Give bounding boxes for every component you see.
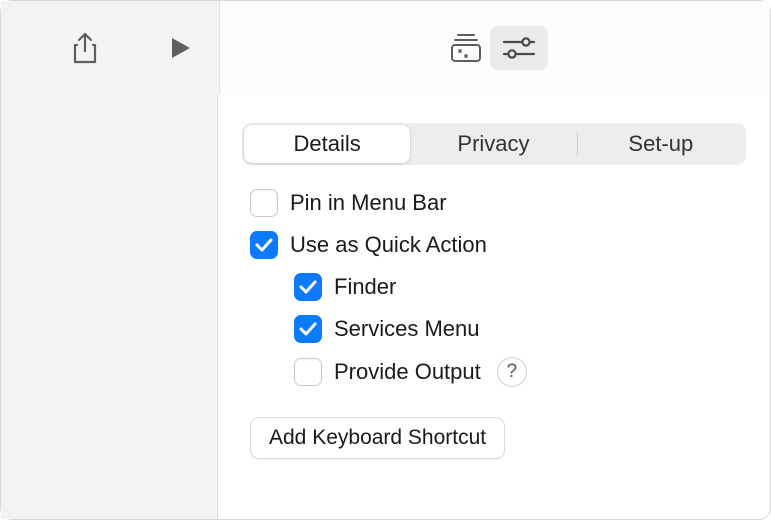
checkbox-unchecked-icon[interactable] xyxy=(250,189,278,217)
option-label: Finder xyxy=(334,274,396,300)
option-label: Provide Output xyxy=(334,359,481,385)
tab-details[interactable]: Details xyxy=(244,125,410,163)
add-keyboard-shortcut-button[interactable]: Add Keyboard Shortcut xyxy=(250,417,505,459)
play-icon[interactable] xyxy=(157,28,205,68)
option-label: Use as Quick Action xyxy=(290,232,487,258)
tab-privacy[interactable]: Privacy xyxy=(410,125,576,163)
checkbox-checked-icon[interactable] xyxy=(294,273,322,301)
option-quick-action[interactable]: Use as Quick Action xyxy=(250,231,746,259)
option-pin-menu-bar[interactable]: Pin in Menu Bar xyxy=(250,189,746,217)
checkbox-unchecked-icon[interactable] xyxy=(294,358,322,386)
toolbar-right xyxy=(220,1,770,95)
settings-sliders-icon[interactable] xyxy=(490,26,548,70)
tabs-segmented: Details Privacy Set-up xyxy=(242,123,746,165)
main-area: Details Privacy Set-up Pin in Menu Bar U… xyxy=(1,95,770,519)
toolbar xyxy=(1,1,770,95)
checkbox-checked-icon[interactable] xyxy=(294,315,322,343)
help-icon[interactable]: ? xyxy=(497,357,527,387)
option-finder[interactable]: Finder xyxy=(250,273,746,301)
toolbar-left xyxy=(1,1,220,95)
tab-setup[interactable]: Set-up xyxy=(578,125,744,163)
option-label: Pin in Menu Bar xyxy=(290,190,447,216)
content-panel: Details Privacy Set-up Pin in Menu Bar U… xyxy=(218,95,770,519)
sidebar xyxy=(1,95,218,519)
library-icon[interactable] xyxy=(442,28,490,68)
options-list: Pin in Menu Bar Use as Quick Action Find… xyxy=(242,189,746,387)
checkbox-checked-icon[interactable] xyxy=(250,231,278,259)
option-provide-output[interactable]: Provide Output ? xyxy=(250,357,746,387)
share-icon[interactable] xyxy=(61,28,109,68)
option-label: Services Menu xyxy=(334,316,480,342)
option-services-menu[interactable]: Services Menu xyxy=(250,315,746,343)
